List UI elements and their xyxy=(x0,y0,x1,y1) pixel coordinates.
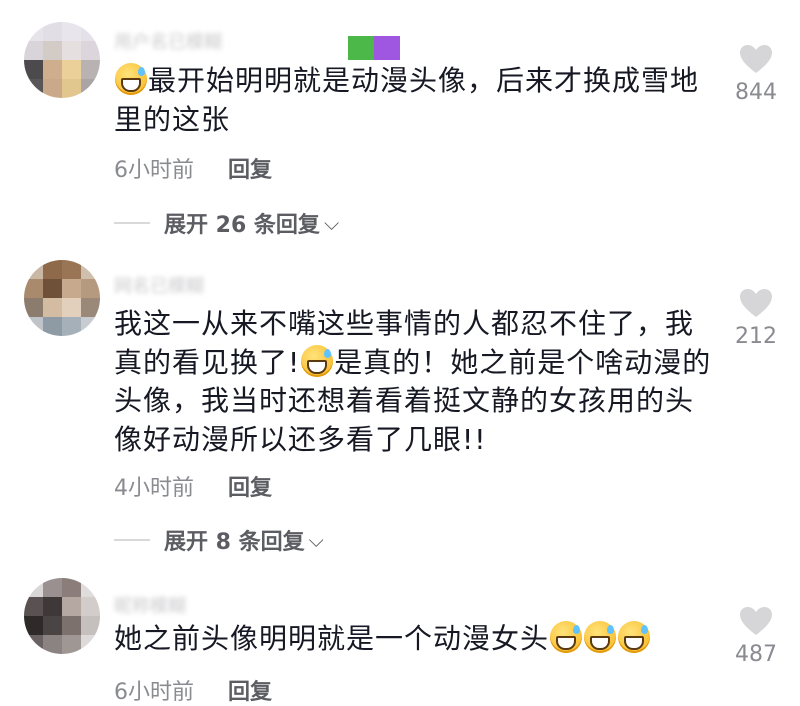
like-button[interactable]: 844 xyxy=(728,44,784,105)
heart-icon xyxy=(740,289,772,317)
like-button[interactable]: 487 xyxy=(728,606,784,667)
grin-sweat-emoji xyxy=(115,63,147,95)
comment-meta: 6小时前 回复 xyxy=(114,152,272,184)
reply-button[interactable]: 回复 xyxy=(228,152,272,184)
avatar[interactable] xyxy=(24,578,100,654)
comment-time: 4小时前 xyxy=(114,476,194,501)
grin-sweat-emoji xyxy=(301,344,334,377)
comment-text: 最开始明明就是动漫头像，后来才换成雪地里的这张 xyxy=(114,63,700,136)
like-count: 487 xyxy=(735,642,777,667)
avatar[interactable] xyxy=(24,22,100,98)
divider xyxy=(114,222,150,224)
expand-label: 展开 26 条回复 xyxy=(164,213,320,238)
username[interactable]: 网名已模糊 xyxy=(114,272,204,298)
like-count: 844 xyxy=(735,80,777,105)
expand-replies-button[interactable]: 展开 26 条回复 ⌵ xyxy=(114,207,339,239)
like-button[interactable]: 212 xyxy=(728,288,784,349)
comment-meta: 6小时前 回复 xyxy=(114,674,272,706)
grin-sweat-emoji xyxy=(618,621,651,653)
comment-time: 6小时前 xyxy=(114,680,194,705)
like-count: 212 xyxy=(735,324,777,349)
chevron-down-icon: ⌵ xyxy=(308,528,324,552)
chevron-down-icon: ⌵ xyxy=(323,211,340,235)
divider xyxy=(114,539,150,541)
avatar[interactable] xyxy=(24,260,100,336)
expand-label: 展开 8 条回复 xyxy=(164,530,305,555)
reply-button[interactable]: 回复 xyxy=(228,674,272,706)
heart-icon xyxy=(740,45,772,73)
grin-sweat-emoji xyxy=(550,621,583,653)
reply-button[interactable]: 回复 xyxy=(228,470,272,502)
grin-sweat-emoji xyxy=(584,621,617,653)
comment-time: 6小时前 xyxy=(114,158,194,183)
username[interactable]: 昵称模糊 xyxy=(114,592,186,618)
expand-replies-button[interactable]: 展开 8 条回复 ⌵ xyxy=(114,524,324,556)
comment-text: 我这一从来不嘴这些事情的人都忍不住了，我真的看见换了! 是真的！她之前是个啥动漫的… xyxy=(114,307,712,456)
user-badge xyxy=(348,36,400,60)
username[interactable]: 用户名已模糊 xyxy=(114,28,222,54)
comment-meta: 4小时前 回复 xyxy=(114,470,272,502)
comment-text: 她之前头像明明就是一个动漫女头 xyxy=(114,620,714,659)
heart-icon xyxy=(740,607,772,635)
